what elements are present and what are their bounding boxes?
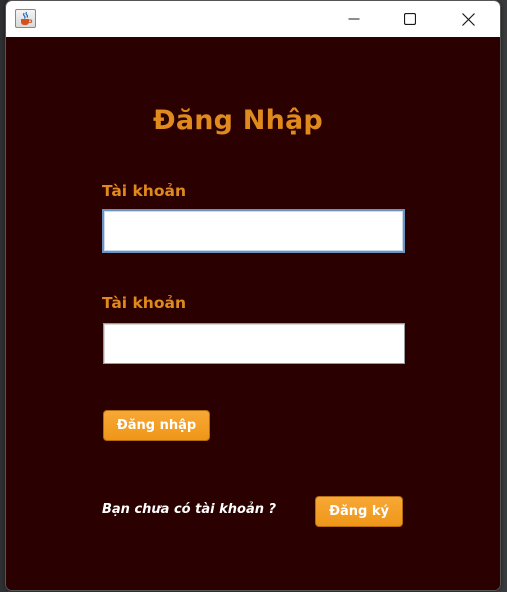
minimize-button[interactable]: [331, 1, 377, 37]
username-field[interactable]: [102, 209, 405, 253]
username-label: Tài khoản: [102, 182, 186, 200]
login-window: Đăng Nhập Tài khoản Tài khoản Đăng nhập …: [5, 0, 501, 591]
register-prompt: Bạn chưa có tài khoản ?: [102, 502, 277, 517]
password-field[interactable]: [103, 323, 405, 364]
close-button[interactable]: [445, 1, 491, 37]
minimize-icon: [348, 18, 360, 20]
page-title: Đăng Nhập: [153, 105, 323, 136]
login-button[interactable]: Đăng nhập: [103, 410, 210, 441]
password-label: Tài khoản: [102, 294, 186, 312]
java-cup-icon: [15, 9, 36, 28]
maximize-icon: [404, 13, 416, 25]
register-button[interactable]: Đăng ký: [315, 496, 403, 527]
maximize-button[interactable]: [387, 1, 433, 37]
title-bar[interactable]: [6, 1, 500, 37]
close-icon: [462, 13, 475, 26]
login-panel: Đăng Nhập Tài khoản Tài khoản Đăng nhập …: [6, 37, 500, 590]
